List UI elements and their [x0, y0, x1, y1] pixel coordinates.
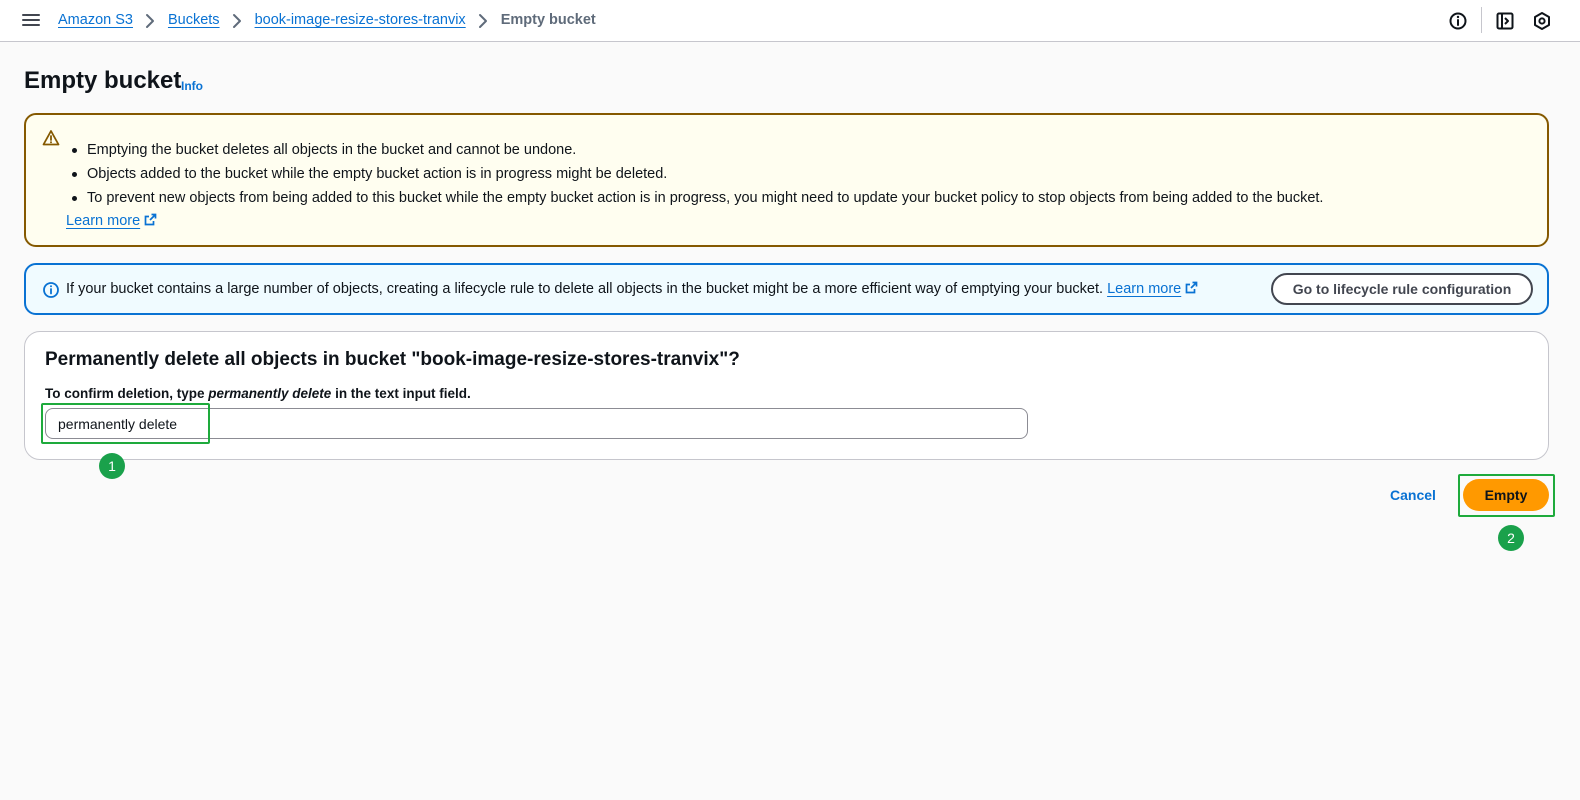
breadcrumb-bucket-name[interactable]: book-image-resize-stores-tranvix	[255, 12, 466, 28]
breadcrumb-current: Empty bucket	[500, 12, 596, 28]
confirm-deletion-card: Permanently delete all objects in bucket…	[24, 331, 1549, 460]
confirm-label: To confirm deletion, type permanently de…	[45, 386, 471, 401]
confirm-heading: Permanently delete all objects in bucket…	[45, 349, 740, 370]
warning-alert: Emptying the bucket deletes all objects …	[24, 113, 1549, 247]
chevron-right-icon	[478, 14, 487, 28]
step-badge-2: 2	[1498, 525, 1524, 551]
info-learn-more-label: Learn more	[1107, 281, 1182, 297]
confirm-deletion-input[interactable]	[45, 408, 1028, 439]
breadcrumb-amazon-s3[interactable]: Amazon S3	[58, 12, 133, 28]
confirm-label-before: To confirm deletion, type	[45, 386, 209, 401]
empty-button[interactable]: Empty	[1463, 479, 1549, 511]
chevron-right-icon	[232, 14, 241, 28]
warning-bullet: Objects added to the bucket while the em…	[71, 162, 1323, 186]
settings-hex-icon[interactable]	[1532, 11, 1552, 31]
breadcrumb-buckets[interactable]: Buckets	[168, 12, 220, 28]
info-circle-icon[interactable]	[1448, 11, 1468, 31]
warning-bullet: Emptying the bucket deletes all objects …	[71, 138, 1323, 162]
info-alert-message: If your bucket contains a large number o…	[66, 281, 1104, 297]
warning-icon	[42, 130, 60, 146]
go-to-lifecycle-rule-button[interactable]: Go to lifecycle rule configuration	[1271, 273, 1533, 305]
step-badge-1: 1	[99, 453, 125, 479]
warning-learn-more-label: Learn more	[66, 213, 141, 229]
confirm-label-phrase: permanently delete	[208, 386, 332, 401]
topbar-divider	[1481, 7, 1482, 33]
external-link-icon	[1185, 281, 1198, 294]
warning-bullet: To prevent new objects from being added …	[71, 186, 1323, 210]
info-alert-text: If your bucket contains a large number o…	[66, 281, 1198, 297]
menu-icon[interactable]	[22, 12, 40, 28]
info-circle-icon	[43, 282, 59, 298]
panel-icon[interactable]	[1495, 11, 1515, 31]
warning-learn-more-link[interactable]: Learn more	[66, 213, 157, 229]
warning-list: Emptying the bucket deletes all objects …	[71, 138, 1323, 210]
chevron-right-icon	[145, 14, 154, 28]
page-title: Empty bucket	[24, 67, 182, 94]
confirm-label-after: in the text input field.	[331, 386, 471, 401]
external-link-icon	[144, 213, 157, 226]
breadcrumb: Amazon S3 Buckets book-image-resize-stor…	[58, 12, 596, 28]
info-learn-more-link[interactable]: Learn more	[1107, 281, 1181, 297]
info-alert: If your bucket contains a large number o…	[24, 263, 1549, 315]
cancel-button[interactable]: Cancel	[1390, 487, 1436, 503]
top-navigation-bar: Amazon S3 Buckets book-image-resize-stor…	[0, 0, 1580, 42]
info-link[interactable]: Info	[181, 79, 203, 93]
